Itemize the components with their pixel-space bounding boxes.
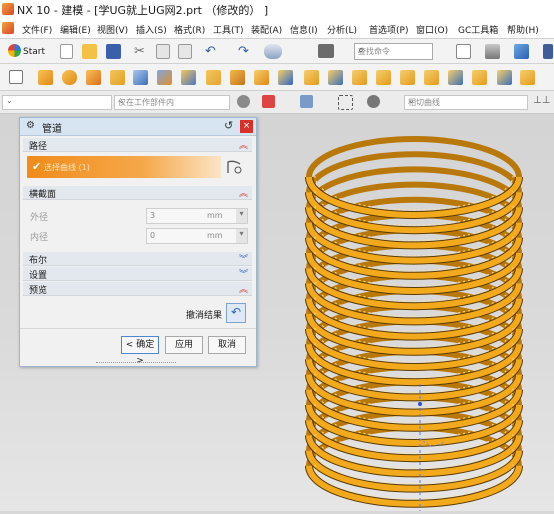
- section-path-label: 路径: [29, 142, 48, 152]
- select-curve-row[interactable]: ✔ 选择曲线 (1): [27, 156, 221, 178]
- undo-result-label: 撤消结果: [186, 311, 223, 321]
- apply-button[interactable]: 应用: [165, 336, 203, 354]
- cancel-button[interactable]: 取消: [208, 336, 246, 354]
- gear-icon[interactable]: ⚙: [26, 120, 35, 131]
- outer-diameter-input[interactable]: 3 mm ▾: [146, 208, 248, 224]
- chevron-down-icon[interactable]: ▾: [236, 209, 247, 223]
- pipe-dialog: ⚙ 管道 ↺ × 路径 ︽ ✔ 选择曲线 (1) 横截面 ︽ 外径 3 mm ▾…: [19, 117, 257, 367]
- check-icon: ✔: [32, 160, 42, 173]
- inner-diameter-input[interactable]: 0 mm ▾: [146, 228, 248, 244]
- outer-diameter-value: 3: [150, 211, 156, 220]
- inner-diameter-label: 内径: [30, 233, 49, 243]
- section-boolean-header[interactable]: 布尔 ︾: [23, 252, 252, 266]
- close-icon[interactable]: ×: [240, 120, 253, 133]
- reset-icon[interactable]: ↺: [224, 119, 233, 132]
- section-path-header[interactable]: 路径 ︽: [23, 138, 252, 152]
- chevron-down-icon[interactable]: ▾: [236, 229, 247, 243]
- dialog-header: ⚙ 管道 ↺ ×: [20, 118, 256, 136]
- outer-diameter-label: 外径: [30, 213, 49, 223]
- section-cross-section-header[interactable]: 横截面 ︽: [23, 186, 252, 200]
- chevron-up-icon: ︽: [238, 189, 248, 199]
- chevron-down-double-icon: ︾: [238, 255, 248, 265]
- chevron-up-icon: ︽: [238, 141, 248, 151]
- dialog-title: 管道: [42, 124, 62, 135]
- undo-result-button[interactable]: ↶: [226, 303, 246, 323]
- section-settings-header[interactable]: 设置 ︾: [23, 267, 252, 281]
- chevron-up-icon: ︽: [238, 285, 248, 295]
- section-cross-section-label: 横截面: [29, 190, 57, 200]
- select-curve-label: 选择曲线 (1): [44, 163, 90, 172]
- resize-grip[interactable]: [96, 362, 176, 365]
- inner-diameter-unit: mm: [207, 231, 223, 240]
- chevron-down-double-icon: ︾: [238, 270, 248, 280]
- section-preview-header[interactable]: 预览 ︽: [23, 282, 252, 296]
- outer-diameter-unit: mm: [207, 211, 223, 220]
- inner-diameter-value: 0: [150, 231, 156, 240]
- section-settings-label: 设置: [29, 271, 48, 281]
- section-preview-label: 预览: [29, 286, 48, 296]
- undo-icon: ↶: [230, 305, 242, 319]
- ok-button[interactable]: < 确定 >: [121, 336, 159, 366]
- select-curve-icon[interactable]: [226, 158, 244, 176]
- section-boolean-label: 布尔: [29, 256, 48, 266]
